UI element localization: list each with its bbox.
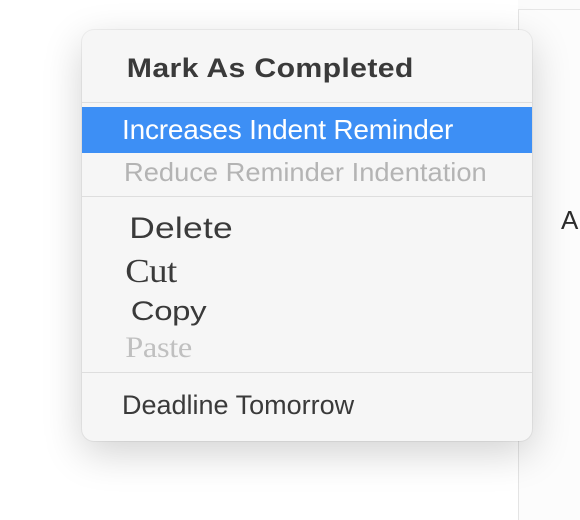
menu-item-mark-completed[interactable]: Mark As Completed xyxy=(82,36,532,98)
menu-item-paste: Paste xyxy=(82,329,532,368)
menu-item-increase-indent[interactable]: Increases Indent Reminder xyxy=(82,107,532,153)
menu-item-cut[interactable]: Cut xyxy=(82,251,532,292)
menu-separator xyxy=(82,372,532,373)
menu-item-delete[interactable]: Delete xyxy=(82,201,532,251)
menu-item-reduce-indent: Reduce Reminder Indentation xyxy=(82,153,532,192)
context-menu: Mark As Completed Increases Indent Remin… xyxy=(82,30,532,441)
menu-separator xyxy=(82,196,532,197)
menu-item-copy[interactable]: Copy xyxy=(82,293,532,329)
menu-separator xyxy=(82,102,532,103)
menu-item-deadline-tomorrow[interactable]: Deadline Tomorrow xyxy=(82,377,532,435)
sidebar-partial-text: A xyxy=(561,205,578,236)
